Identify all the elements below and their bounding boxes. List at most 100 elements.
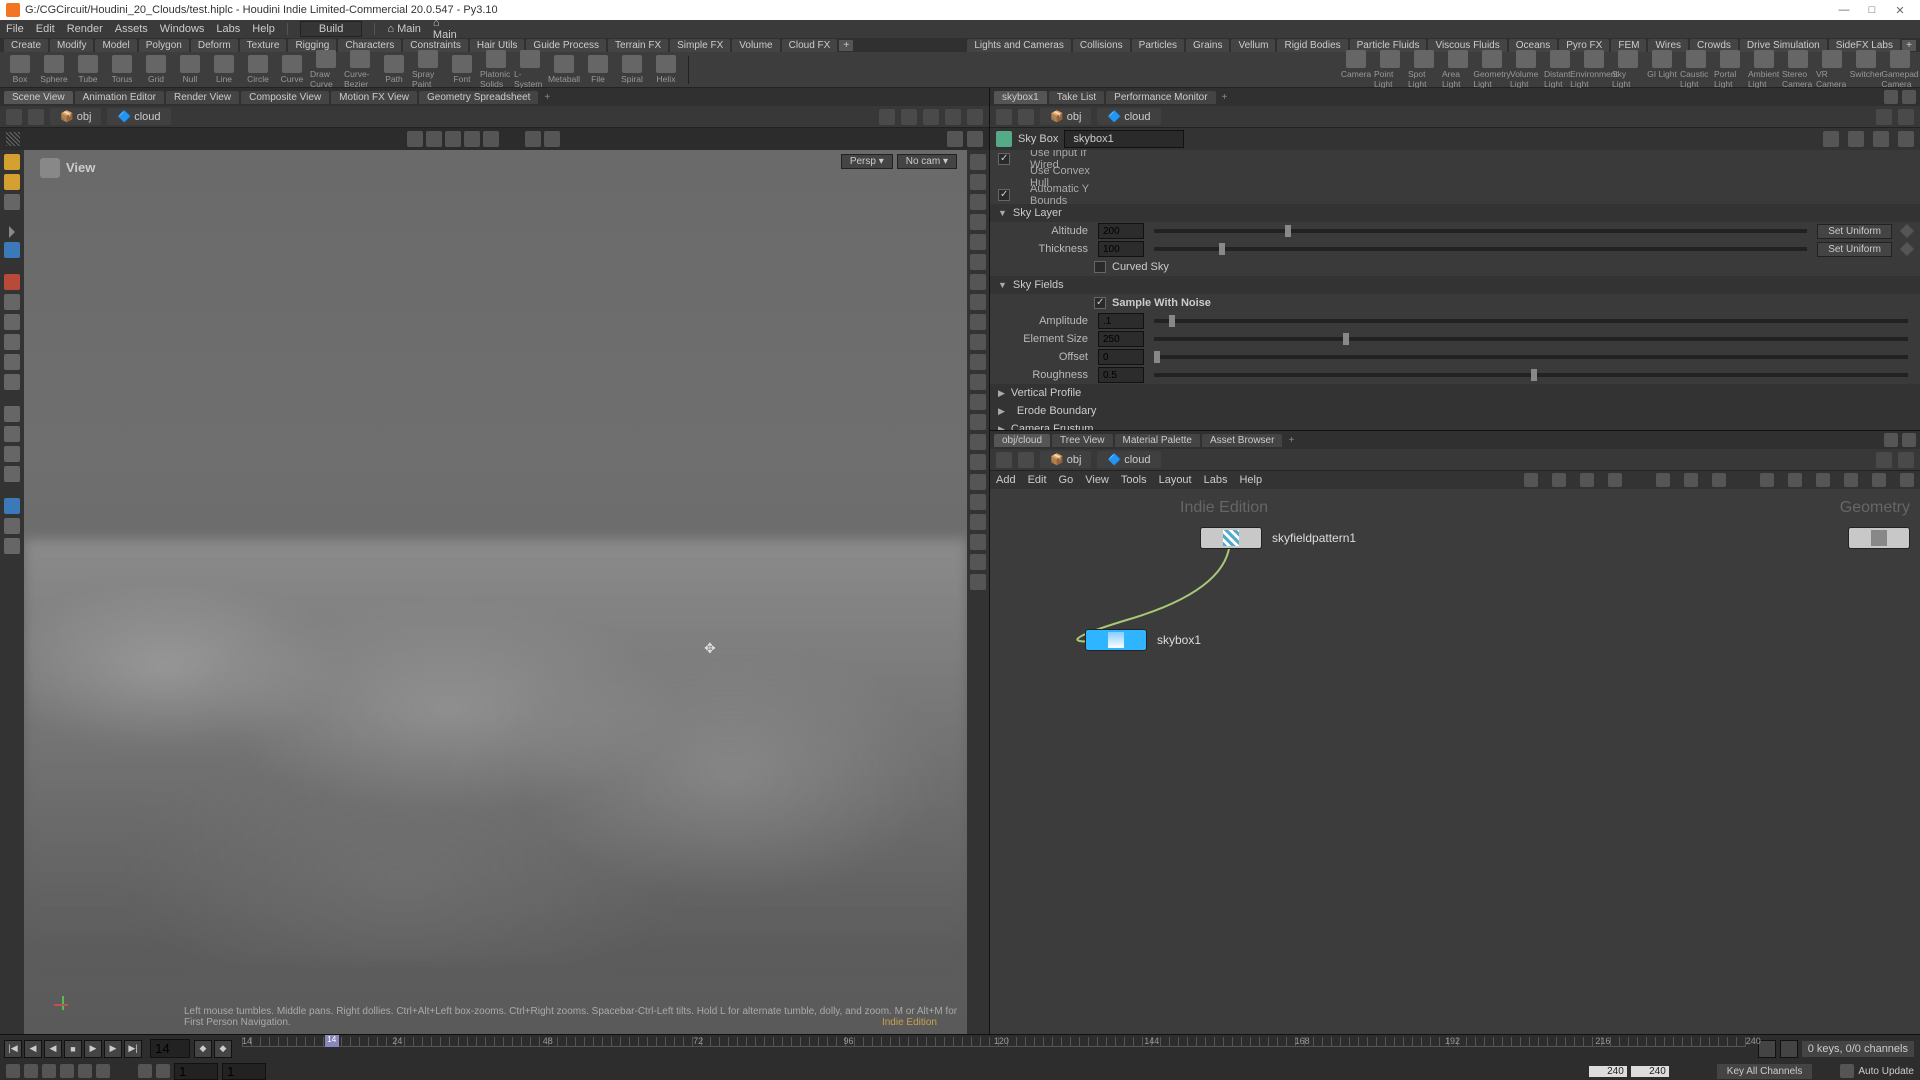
shelf-tab[interactable]: Create (4, 39, 48, 52)
display-icon[interactable] (970, 334, 986, 350)
set-uniform-button[interactable]: Set Uniform (1817, 224, 1892, 239)
back-icon[interactable] (996, 452, 1012, 468)
breadcrumb[interactable]: 🔷 cloud (1097, 108, 1160, 125)
node-name-input[interactable]: skybox1 (1064, 130, 1184, 148)
pane-icon[interactable] (1902, 433, 1916, 447)
tool-icon[interactable] (4, 294, 20, 310)
range-end[interactable]: 240 (1631, 1066, 1669, 1077)
altitude-input[interactable] (1098, 223, 1144, 239)
viewtool-icon[interactable] (426, 131, 442, 147)
fwd-icon[interactable] (28, 109, 44, 125)
display-icon[interactable] (970, 494, 986, 510)
menu-file[interactable]: File (6, 23, 24, 35)
shelf-tool[interactable]: Circle (242, 55, 274, 84)
pane-icon[interactable] (1884, 433, 1898, 447)
shelf-tool[interactable]: Point Light (1374, 50, 1406, 89)
status-icon[interactable] (60, 1064, 74, 1078)
persp-button[interactable]: Persp ▾ (841, 154, 893, 169)
node-skybox[interactable]: skybox1 (1085, 629, 1201, 651)
grip-icon[interactable] (6, 132, 20, 146)
tool-icon[interactable] (4, 314, 20, 330)
timeline-track[interactable]: 1424487296120144168192216240 14 (242, 1035, 1746, 1062)
shelf-tool[interactable]: Stereo Camera (1782, 50, 1814, 89)
key-all-button[interactable]: Key All Channels (1717, 1064, 1813, 1079)
shelf-tool[interactable]: File (582, 55, 614, 84)
display-icon[interactable] (970, 154, 986, 170)
last-frame-button[interactable]: ▶| (124, 1040, 142, 1058)
shelf-tool[interactable]: Box (4, 55, 36, 84)
auto-update-button[interactable]: Auto Update (1858, 1066, 1914, 1077)
display-icon[interactable] (970, 514, 986, 530)
range-end-input[interactable] (222, 1063, 266, 1080)
netmenu-item[interactable]: Go (1059, 474, 1074, 486)
help-icon[interactable] (967, 131, 983, 147)
tool-icon[interactable] (4, 334, 20, 350)
display-icon[interactable] (970, 314, 986, 330)
parm-group[interactable]: ▼Sky Layer (990, 204, 1920, 222)
status-icon[interactable] (24, 1064, 38, 1078)
shelf-tab[interactable]: Lights and Cameras (967, 39, 1071, 52)
netmenu-item[interactable]: Labs (1204, 474, 1228, 486)
shelf-tool[interactable]: Path (378, 55, 410, 84)
move-icon[interactable] (4, 242, 20, 258)
pane-tab[interactable]: Animation Editor (75, 91, 164, 104)
view-icon[interactable] (4, 154, 20, 170)
net-icon[interactable] (1580, 473, 1594, 487)
slider[interactable] (1154, 337, 1908, 341)
net-icon[interactable] (1656, 473, 1670, 487)
display-icon[interactable] (970, 374, 986, 390)
snapshot-icon[interactable] (544, 131, 560, 147)
display-icon[interactable] (970, 274, 986, 290)
status-icon[interactable] (6, 1064, 20, 1078)
path-icon[interactable] (945, 109, 961, 125)
snapshot-icon[interactable] (525, 131, 541, 147)
view-icon[interactable] (4, 174, 20, 190)
breadcrumb[interactable]: 📦 obj (50, 108, 101, 125)
checkbox[interactable] (1094, 297, 1106, 309)
keyframe-icon[interactable] (1900, 224, 1914, 238)
viewtool-icon[interactable] (445, 131, 461, 147)
pane-tab[interactable]: obj/cloud (994, 434, 1050, 447)
display-icon[interactable] (970, 234, 986, 250)
shelf-tool[interactable]: Volume Light (1510, 50, 1542, 89)
menu-help[interactable]: Help (252, 23, 275, 35)
menu-windows[interactable]: Windows (160, 23, 205, 35)
display-icon[interactable] (970, 434, 986, 450)
status-icon[interactable] (156, 1064, 170, 1078)
checkbox[interactable] (998, 153, 1010, 165)
shelf-tab[interactable]: Modify (50, 39, 93, 52)
timeline-icon[interactable] (1780, 1040, 1798, 1058)
shelf-tool[interactable]: VR Camera (1816, 50, 1848, 89)
shelf-tool[interactable]: Tube (72, 55, 104, 84)
shelf-tool[interactable]: Camera (1340, 50, 1372, 89)
pane-icon[interactable] (1884, 90, 1898, 104)
netmenu-item[interactable]: Tools (1121, 474, 1147, 486)
shelf-tab[interactable]: Grains (1186, 39, 1229, 52)
shelf-tab[interactable]: Particles (1132, 39, 1184, 52)
shelf-tool[interactable]: Helix (650, 55, 682, 84)
breadcrumb[interactable]: 🔷 cloud (1097, 451, 1160, 468)
display-icon[interactable] (970, 294, 986, 310)
net-icon[interactable] (1844, 473, 1858, 487)
amplitude-input[interactable] (1098, 313, 1144, 329)
shelf-tool[interactable]: Torus (106, 55, 138, 84)
thickness-input[interactable] (1098, 241, 1144, 257)
tool-icon[interactable] (4, 518, 20, 534)
shelf-tool[interactable]: Curve-Bezier (344, 50, 376, 89)
display-icon[interactable] (970, 194, 986, 210)
parm-group[interactable]: ▶Erode Boundary (990, 402, 1920, 420)
shelf-tool[interactable]: Platonic Solids (480, 50, 512, 89)
minimize-icon[interactable]: — (1830, 4, 1858, 16)
net-icon[interactable] (1684, 473, 1698, 487)
path-icon[interactable] (901, 109, 917, 125)
shelf-tab[interactable]: Vellum (1231, 39, 1275, 52)
menu-render[interactable]: Render (67, 23, 103, 35)
shelf-tool[interactable]: Spiral (616, 55, 648, 84)
path-icon[interactable] (967, 109, 983, 125)
search-icon[interactable] (1848, 131, 1864, 147)
shelf-tool[interactable]: Font (446, 55, 478, 84)
shelf-tool[interactable]: Draw Curve (310, 50, 342, 89)
pane-add-icon[interactable]: + (1284, 435, 1298, 446)
shelf-tool[interactable]: Gamepad Camera (1884, 50, 1916, 89)
shelf-tool[interactable]: Area Light (1442, 50, 1474, 89)
